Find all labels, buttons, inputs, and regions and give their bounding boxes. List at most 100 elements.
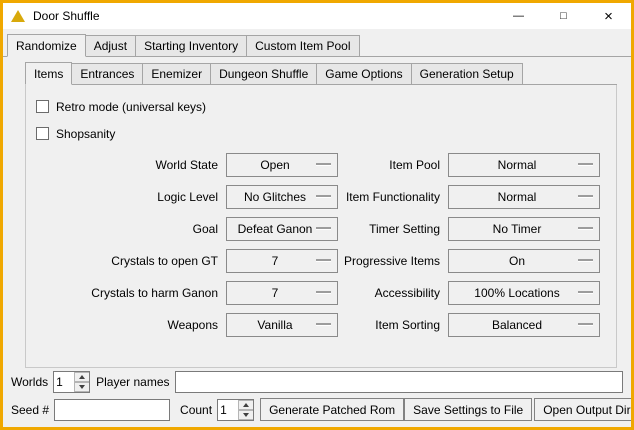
tab-custom-item-pool[interactable]: Custom Item Pool <box>246 35 359 57</box>
checkbox-label: Shopsanity <box>56 127 115 141</box>
open-output-directory-button[interactable]: Open Output Directory <box>534 398 634 421</box>
randomize-panel: Items Entrances Enemizer Dungeon Shuffle… <box>3 57 631 427</box>
progressive-items-label: Progressive Items <box>338 254 440 268</box>
dropdown-indicator-icon <box>316 259 331 261</box>
weapons-label: Weapons <box>34 318 218 332</box>
item-sorting-label: Item Sorting <box>338 318 440 332</box>
player-names-label: Player names <box>96 375 169 389</box>
count-spinner <box>217 399 254 421</box>
worlds-label: Worlds <box>11 375 48 389</box>
dropdown-value: Defeat Ganon <box>238 222 313 236</box>
tab-game-options[interactable]: Game Options <box>316 63 411 85</box>
dropdown-value: Vanilla <box>257 318 292 332</box>
world-state-dropdown[interactable]: Open <box>226 153 338 177</box>
dropdown-indicator-icon <box>316 227 331 229</box>
close-icon[interactable]: × <box>586 3 631 29</box>
spinner-up-icon[interactable] <box>238 400 253 410</box>
dropdown-value: Open <box>260 158 289 172</box>
dropdown-indicator-icon <box>578 227 593 229</box>
goal-label: Goal <box>34 222 218 236</box>
spinner-down-icon[interactable] <box>238 410 253 420</box>
seed-input[interactable] <box>54 399 170 421</box>
option-fields: World State Open Item Pool Normal <box>34 153 608 337</box>
app-icon <box>11 10 25 22</box>
dropdown-value: 7 <box>272 254 279 268</box>
dropdown-indicator-icon <box>316 323 331 325</box>
generate-patched-rom-button[interactable]: Generate Patched Rom <box>260 398 404 421</box>
dropdown-indicator-icon <box>578 163 593 165</box>
window-title: Door Shuffle <box>33 9 100 23</box>
spinner-up-icon[interactable] <box>74 372 89 382</box>
item-pool-label: Item Pool <box>338 158 440 172</box>
goal-dropdown[interactable]: Defeat Ganon <box>226 217 338 241</box>
window-controls: — □ × <box>496 3 631 29</box>
option-row: Crystals to open GT 7 Progressive Items … <box>34 249 608 273</box>
dropdown-value: No Timer <box>493 222 542 236</box>
dropdown-value: 100% Locations <box>474 286 559 300</box>
main-tab-bar: Randomize Adjust Starting Inventory Cust… <box>3 29 631 57</box>
shopsanity-checkbox[interactable]: Shopsanity <box>36 126 608 141</box>
save-settings-button[interactable]: Save Settings to File <box>404 398 532 421</box>
progressive-items-dropdown[interactable]: On <box>448 249 600 273</box>
tab-adjust[interactable]: Adjust <box>85 35 136 57</box>
dropdown-value: 7 <box>272 286 279 300</box>
weapons-dropdown[interactable]: Vanilla <box>226 313 338 337</box>
worlds-spinner <box>53 371 90 393</box>
accessibility-dropdown[interactable]: 100% Locations <box>448 281 600 305</box>
dropdown-value: On <box>509 254 525 268</box>
dropdown-indicator-icon <box>578 291 593 293</box>
option-row: Logic Level No Glitches Item Functionali… <box>34 185 608 209</box>
checkbox-label: Retro mode (universal keys) <box>56 100 206 114</box>
sub-notebook: Items Entrances Enemizer Dungeon Shuffle… <box>25 62 617 368</box>
seed-label: Seed # <box>11 403 49 417</box>
option-row: Weapons Vanilla Item Sorting Balanced <box>34 313 608 337</box>
count-label: Count <box>180 403 212 417</box>
retro-mode-checkbox[interactable]: Retro mode (universal keys) <box>36 99 608 114</box>
title-bar: Door Shuffle — □ × <box>3 3 631 29</box>
worlds-row: Worlds Player names <box>11 370 623 393</box>
tab-entrances[interactable]: Entrances <box>71 63 143 85</box>
option-row: Crystals to harm Ganon 7 Accessibility 1… <box>34 281 608 305</box>
crystals-ganon-dropdown[interactable]: 7 <box>226 281 338 305</box>
dropdown-indicator-icon <box>578 323 593 325</box>
tab-enemizer[interactable]: Enemizer <box>142 63 211 85</box>
tab-starting-inventory[interactable]: Starting Inventory <box>135 35 247 57</box>
maximize-icon[interactable]: □ <box>541 3 586 29</box>
count-input[interactable] <box>218 400 238 420</box>
dropdown-indicator-icon <box>578 195 593 197</box>
dropdown-indicator-icon <box>316 291 331 293</box>
crystals-gt-dropdown[interactable]: 7 <box>226 249 338 273</box>
item-functionality-label: Item Functionality <box>338 190 440 204</box>
option-row: Goal Defeat Ganon Timer Setting No Timer <box>34 217 608 241</box>
tab-dungeon-shuffle[interactable]: Dungeon Shuffle <box>210 63 317 85</box>
player-names-input[interactable] <box>175 371 624 393</box>
dropdown-value: Balanced <box>492 318 542 332</box>
accessibility-label: Accessibility <box>338 286 440 300</box>
tab-generation-setup[interactable]: Generation Setup <box>411 63 523 85</box>
worlds-input[interactable] <box>54 372 74 392</box>
crystals-ganon-label: Crystals to harm Ganon <box>34 286 218 300</box>
minimize-icon[interactable]: — <box>496 3 541 29</box>
dropdown-indicator-icon <box>316 195 331 197</box>
logic-level-dropdown[interactable]: No Glitches <box>226 185 338 209</box>
spinner-down-icon[interactable] <box>74 382 89 392</box>
tab-randomize[interactable]: Randomize <box>7 34 86 57</box>
tab-items[interactable]: Items <box>25 62 72 85</box>
app-window: Door Shuffle — □ × Randomize Adjust Star… <box>0 0 634 430</box>
checkbox-icon <box>36 127 49 140</box>
timer-setting-label: Timer Setting <box>338 222 440 236</box>
dropdown-indicator-icon <box>578 259 593 261</box>
world-state-label: World State <box>34 158 218 172</box>
sub-tab-bar: Items Entrances Enemizer Dungeon Shuffle… <box>25 62 617 85</box>
timer-setting-dropdown[interactable]: No Timer <box>448 217 600 241</box>
option-row: World State Open Item Pool Normal <box>34 153 608 177</box>
item-sorting-dropdown[interactable]: Balanced <box>448 313 600 337</box>
logic-level-label: Logic Level <box>34 190 218 204</box>
dropdown-value: Normal <box>498 190 537 204</box>
seed-row: Seed # Count Generate Patched Rom Save S… <box>11 398 623 421</box>
dropdown-value: Normal <box>498 158 537 172</box>
checkbox-icon <box>36 100 49 113</box>
item-pool-dropdown[interactable]: Normal <box>448 153 600 177</box>
item-functionality-dropdown[interactable]: Normal <box>448 185 600 209</box>
dropdown-indicator-icon <box>316 163 331 165</box>
